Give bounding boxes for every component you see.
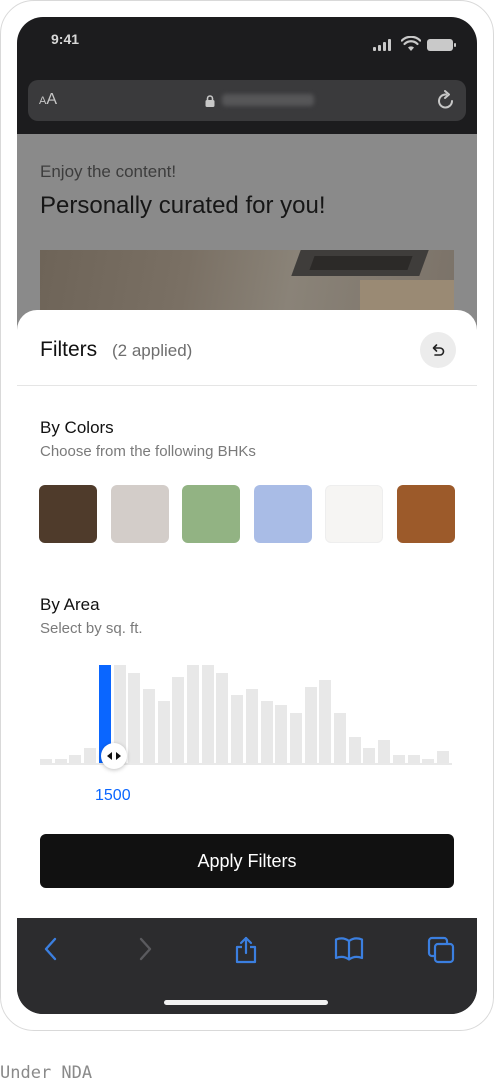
area-section-subtitle: Select by sq. ft. xyxy=(40,620,143,637)
divider xyxy=(17,385,477,386)
browser-toolbar xyxy=(17,918,477,1014)
share-icon[interactable] xyxy=(233,936,259,969)
reload-icon[interactable] xyxy=(436,90,456,117)
color-swatch[interactable] xyxy=(39,485,97,543)
cellular-signal-icon xyxy=(373,39,391,51)
color-swatch[interactable] xyxy=(253,485,312,543)
phone-screen: 9:41 AA Enjoy the content! Personally cu… xyxy=(17,17,477,1014)
histogram-bar xyxy=(201,665,214,765)
histogram-bar xyxy=(216,673,229,765)
drag-arrows-icon xyxy=(107,752,121,760)
filters-sheet: Filters (2 applied) By Colors Choose fro… xyxy=(17,310,477,918)
page-eyebrow: Enjoy the content! xyxy=(40,162,177,181)
color-swatches xyxy=(39,485,455,543)
book-icon[interactable] xyxy=(334,936,364,967)
undo-icon xyxy=(432,344,445,356)
histogram-bar xyxy=(157,701,170,765)
wifi-icon xyxy=(400,35,422,57)
reset-filters-button[interactable] xyxy=(420,332,456,368)
histogram-bar xyxy=(378,740,391,765)
histogram-bar xyxy=(319,680,332,765)
battery-icon xyxy=(427,39,456,51)
histogram-bar xyxy=(348,737,361,765)
histogram-bar xyxy=(289,713,302,765)
colors-section-title: By Colors xyxy=(40,418,114,437)
color-swatch[interactable] xyxy=(110,485,169,543)
lock-icon xyxy=(205,94,215,107)
color-swatch[interactable] xyxy=(397,485,455,543)
histogram-bar xyxy=(142,689,155,765)
filters-applied-count: (2 applied) xyxy=(112,341,193,360)
filters-title: Filters xyxy=(40,338,98,361)
address-bar[interactable]: AA xyxy=(28,80,466,121)
area-slider-track[interactable] xyxy=(40,763,452,765)
area-selected-value: 1500 xyxy=(95,787,131,804)
chevron-left-icon[interactable] xyxy=(41,936,61,967)
histogram-bar xyxy=(275,705,288,765)
histogram-bar xyxy=(172,677,185,765)
tabs-icon[interactable] xyxy=(427,936,455,969)
area-section-title: By Area xyxy=(40,595,100,614)
histogram-bar xyxy=(334,713,346,765)
apply-filters-button[interactable]: Apply Filters xyxy=(40,834,454,888)
url-text-redacted xyxy=(222,94,314,106)
footer-note: Under NDA xyxy=(0,1063,93,1083)
histogram-bar xyxy=(231,695,244,765)
chevron-right-icon[interactable] xyxy=(135,936,155,967)
colors-section-subtitle: Choose from the following BHKs xyxy=(40,443,256,460)
histogram-bar xyxy=(187,665,199,765)
area-slider-handle[interactable] xyxy=(101,743,127,769)
color-swatch[interactable] xyxy=(182,485,241,543)
histogram-bar xyxy=(260,701,273,765)
histogram-bar xyxy=(304,687,317,765)
color-swatch[interactable] xyxy=(325,485,384,543)
page-heading: Personally curated for you! xyxy=(40,192,326,219)
histogram-bar xyxy=(245,689,258,765)
status-time: 9:41 xyxy=(51,31,80,47)
text-size-button[interactable]: AA xyxy=(39,91,57,109)
histogram-bar xyxy=(128,673,141,765)
page-content: Enjoy the content! Personally curated fo… xyxy=(17,134,477,334)
home-indicator xyxy=(164,1000,328,1005)
status-bar: 9:41 xyxy=(17,17,477,67)
